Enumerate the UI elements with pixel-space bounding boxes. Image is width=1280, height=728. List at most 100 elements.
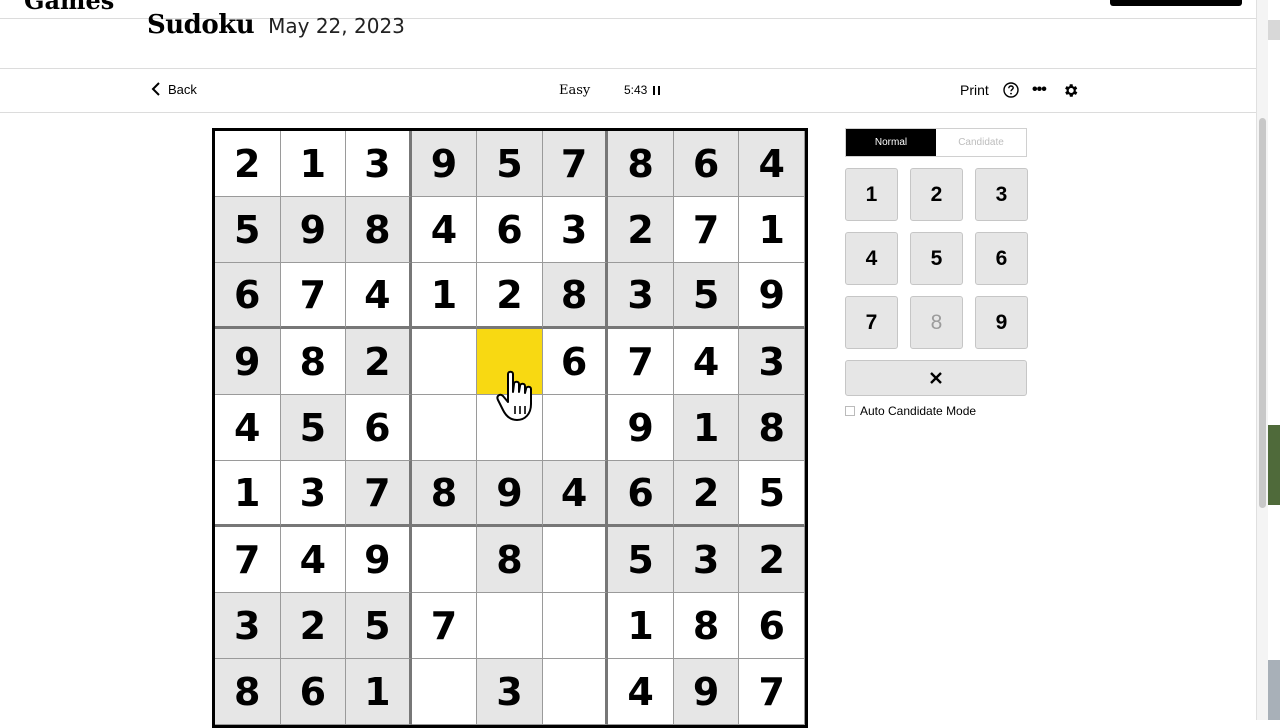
gear-icon[interactable] — [1062, 82, 1079, 99]
sudoku-cell[interactable]: 7 — [739, 659, 805, 725]
keypad-button-8[interactable]: 8 — [910, 296, 963, 349]
sudoku-cell[interactable]: 3 — [346, 131, 412, 197]
sudoku-cell[interactable] — [477, 395, 543, 461]
sudoku-cell[interactable]: 1 — [673, 395, 740, 461]
sudoku-cell[interactable]: 8 — [280, 329, 347, 395]
sudoku-cell[interactable] — [542, 593, 609, 659]
sudoku-cell[interactable]: 7 — [346, 461, 412, 527]
sudoku-cell[interactable]: 3 — [739, 329, 805, 395]
more-options-icon[interactable]: ••• — [1032, 81, 1047, 99]
mode-candidate-button[interactable]: Candidate — [936, 129, 1026, 156]
sudoku-cell[interactable]: 6 — [346, 395, 412, 461]
sudoku-cell[interactable]: 5 — [477, 131, 543, 197]
sudoku-cell[interactable]: 8 — [739, 395, 805, 461]
sudoku-cell[interactable] — [411, 659, 478, 725]
sudoku-cell[interactable]: 2 — [346, 329, 412, 395]
sudoku-cell[interactable]: 4 — [739, 131, 805, 197]
sudoku-cell[interactable]: 3 — [477, 659, 543, 725]
sudoku-cell[interactable]: 3 — [215, 593, 281, 659]
sudoku-cell[interactable]: 6 — [739, 593, 805, 659]
sudoku-cell[interactable]: 1 — [215, 461, 281, 527]
sudoku-cell[interactable]: 9 — [411, 131, 478, 197]
sudoku-cell[interactable]: 5 — [739, 461, 805, 527]
sudoku-cell[interactable]: 4 — [673, 329, 740, 395]
sudoku-cell[interactable] — [411, 329, 478, 395]
sudoku-cell[interactable]: 6 — [542, 329, 609, 395]
print-button[interactable]: Print — [960, 82, 989, 98]
mode-normal-button[interactable]: Normal — [846, 129, 936, 156]
sudoku-cell[interactable]: 4 — [280, 527, 347, 593]
sudoku-cell[interactable]: 7 — [542, 131, 609, 197]
sudoku-cell[interactable]: 5 — [346, 593, 412, 659]
sudoku-cell[interactable]: 8 — [542, 263, 609, 329]
sudoku-cell[interactable]: 3 — [673, 527, 740, 593]
account-button[interactable] — [1110, 0, 1242, 6]
sudoku-cell[interactable]: 2 — [215, 131, 281, 197]
sudoku-cell[interactable]: 3 — [542, 197, 609, 263]
sudoku-cell[interactable]: 7 — [673, 197, 740, 263]
sudoku-cell[interactable]: 9 — [477, 461, 543, 527]
sudoku-cell[interactable] — [411, 527, 478, 593]
sudoku-cell[interactable]: 8 — [673, 593, 740, 659]
help-icon[interactable] — [1003, 82, 1019, 98]
keypad-button-9[interactable]: 9 — [975, 296, 1028, 349]
sudoku-cell[interactable]: 2 — [477, 263, 543, 329]
sudoku-cell[interactable]: 9 — [608, 395, 674, 461]
keypad-button-4[interactable]: 4 — [845, 232, 898, 285]
sudoku-cell[interactable]: 1 — [280, 131, 347, 197]
sudoku-cell[interactable]: 7 — [280, 263, 347, 329]
sudoku-cell[interactable]: 6 — [673, 131, 740, 197]
sudoku-cell[interactable]: 6 — [215, 263, 281, 329]
keypad-button-5[interactable]: 5 — [910, 232, 963, 285]
sudoku-cell[interactable]: 7 — [608, 329, 674, 395]
sudoku-cell[interactable]: 8 — [215, 659, 281, 725]
sudoku-cell[interactable]: 5 — [673, 263, 740, 329]
scrollbar-thumb[interactable] — [1259, 118, 1266, 508]
sudoku-cell[interactable]: 4 — [411, 197, 478, 263]
sudoku-cell[interactable] — [411, 395, 478, 461]
sudoku-cell[interactable]: 6 — [477, 197, 543, 263]
sudoku-cell[interactable]: 6 — [280, 659, 347, 725]
sudoku-cell[interactable]: 1 — [739, 197, 805, 263]
sudoku-cell[interactable]: 8 — [477, 527, 543, 593]
sudoku-cell[interactable]: 5 — [215, 197, 281, 263]
sudoku-cell[interactable] — [542, 527, 609, 593]
sudoku-cell[interactable]: 9 — [346, 527, 412, 593]
keypad-button-2[interactable]: 2 — [910, 168, 963, 221]
keypad-button-6[interactable]: 6 — [975, 232, 1028, 285]
sudoku-cell[interactable]: 4 — [215, 395, 281, 461]
sudoku-cell[interactable]: 5 — [280, 395, 347, 461]
pause-icon[interactable] — [653, 85, 661, 95]
sudoku-cell[interactable]: 4 — [346, 263, 412, 329]
sudoku-cell[interactable]: 2 — [673, 461, 740, 527]
sudoku-cell[interactable]: 9 — [673, 659, 740, 725]
sudoku-cell[interactable] — [477, 329, 543, 395]
sudoku-cell[interactable]: 8 — [346, 197, 412, 263]
games-logo[interactable]: Games — [24, 0, 114, 15]
sudoku-cell[interactable] — [542, 659, 609, 725]
sudoku-cell[interactable]: 9 — [280, 197, 347, 263]
sudoku-cell[interactable]: 2 — [739, 527, 805, 593]
keypad-button-3[interactable]: 3 — [975, 168, 1028, 221]
sudoku-cell[interactable]: 5 — [608, 527, 674, 593]
sudoku-cell[interactable]: 1 — [608, 593, 674, 659]
keypad-button-1[interactable]: 1 — [845, 168, 898, 221]
sudoku-cell[interactable]: 4 — [608, 659, 674, 725]
sudoku-cell[interactable] — [477, 593, 543, 659]
sudoku-cell[interactable]: 2 — [280, 593, 347, 659]
sudoku-cell[interactable]: 4 — [542, 461, 609, 527]
sudoku-cell[interactable]: 8 — [608, 131, 674, 197]
auto-candidate-checkbox[interactable] — [845, 406, 855, 416]
keypad-button-7[interactable]: 7 — [845, 296, 898, 349]
erase-button[interactable] — [845, 360, 1027, 396]
sudoku-cell[interactable]: 1 — [411, 263, 478, 329]
sudoku-cell[interactable]: 3 — [280, 461, 347, 527]
sudoku-cell[interactable]: 3 — [608, 263, 674, 329]
sudoku-cell[interactable]: 6 — [608, 461, 674, 527]
back-button[interactable]: Back — [150, 81, 197, 97]
sudoku-cell[interactable]: 9 — [739, 263, 805, 329]
sudoku-cell[interactable]: 7 — [215, 527, 281, 593]
sudoku-cell[interactable]: 1 — [346, 659, 412, 725]
sudoku-cell[interactable]: 7 — [411, 593, 478, 659]
sudoku-cell[interactable]: 2 — [608, 197, 674, 263]
